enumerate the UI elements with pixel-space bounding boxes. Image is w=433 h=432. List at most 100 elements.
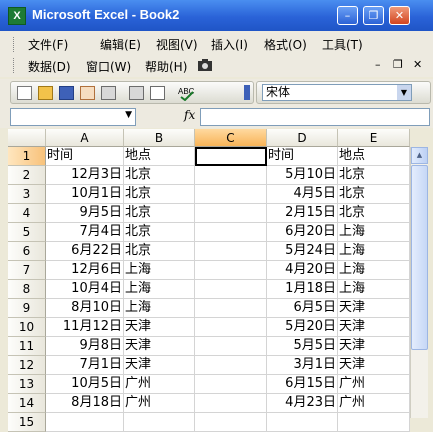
cell-a15[interactable] — [46, 413, 124, 432]
cell-c11[interactable] — [195, 337, 267, 356]
formula-input[interactable] — [200, 108, 430, 126]
cell-e7[interactable]: 上海 — [338, 261, 410, 280]
menu-insert[interactable]: 插入(I) — [211, 36, 248, 53]
new-icon[interactable] — [17, 86, 32, 100]
row-header[interactable]: 4 — [8, 204, 46, 223]
cell-c4[interactable] — [195, 204, 267, 223]
row-header[interactable]: 3 — [8, 185, 46, 204]
row-header[interactable]: 11 — [8, 337, 46, 356]
cell-d4[interactable]: 2月15日 — [267, 204, 338, 223]
cell-b13[interactable]: 广州 — [124, 375, 195, 394]
cell-b4[interactable]: 北京 — [124, 204, 195, 223]
cell-a2[interactable]: 12月3日 — [46, 166, 124, 185]
menu-window[interactable]: 窗口(W) — [86, 58, 131, 75]
cell-b5[interactable]: 北京 — [124, 223, 195, 242]
cell-d7[interactable]: 4月20日 — [267, 261, 338, 280]
select-all-corner[interactable] — [8, 129, 46, 147]
font-name-select[interactable]: 宋体 ▼ — [262, 84, 412, 101]
chevron-down-icon[interactable]: ▼ — [125, 110, 132, 120]
cell-e5[interactable]: 上海 — [338, 223, 410, 242]
cell-c15[interactable] — [195, 413, 267, 432]
row-header[interactable]: 13 — [8, 375, 46, 394]
column-header-b[interactable]: B — [124, 129, 195, 147]
vertical-scrollbar[interactable]: ▲ — [410, 147, 428, 418]
row-header[interactable]: 6 — [8, 242, 46, 261]
cell-d6[interactable]: 5月24日 — [267, 242, 338, 261]
cell-a4[interactable]: 9月5日 — [46, 204, 124, 223]
cell-d11[interactable]: 5月5日 — [267, 337, 338, 356]
column-header-c[interactable]: C — [195, 129, 267, 147]
cell-c8[interactable] — [195, 280, 267, 299]
cell-e6[interactable]: 上海 — [338, 242, 410, 261]
menu-format[interactable]: 格式(O) — [264, 36, 307, 53]
cell-a13[interactable]: 10月5日 — [46, 375, 124, 394]
cell-e12[interactable]: 天津 — [338, 356, 410, 375]
cell-e14[interactable]: 广州 — [338, 394, 410, 413]
doc-close-button[interactable]: ✕ — [413, 58, 422, 71]
menu-tools[interactable]: 工具(T) — [322, 36, 363, 53]
chevron-down-icon[interactable]: ▼ — [397, 85, 411, 100]
cell-e10[interactable]: 天津 — [338, 318, 410, 337]
menu-edit[interactable]: 编辑(E) — [100, 36, 141, 53]
cell-a1[interactable]: 时间 — [46, 147, 124, 166]
cell-b6[interactable]: 北京 — [124, 242, 195, 261]
cell-b2[interactable]: 北京 — [124, 166, 195, 185]
cell-a8[interactable]: 10月4日 — [46, 280, 124, 299]
scroll-thumb[interactable] — [411, 165, 428, 350]
menu-grip-2[interactable] — [13, 58, 17, 73]
cell-a14[interactable]: 8月18日 — [46, 394, 124, 413]
cell-c6[interactable] — [195, 242, 267, 261]
cell-c9[interactable] — [195, 299, 267, 318]
fx-icon[interactable]: fx — [184, 108, 195, 122]
print-icon-2[interactable] — [129, 86, 144, 100]
name-box[interactable]: ▼ — [10, 108, 136, 126]
toolbar-options-icon[interactable] — [244, 85, 250, 100]
cell-a9[interactable]: 8月10日 — [46, 299, 124, 318]
row-header[interactable]: 10 — [8, 318, 46, 337]
column-header-d[interactable]: D — [267, 129, 338, 147]
row-header[interactable]: 14 — [8, 394, 46, 413]
row-header[interactable]: 15 — [8, 413, 46, 432]
column-header-e[interactable]: E — [338, 129, 410, 147]
cell-c1[interactable] — [195, 147, 267, 166]
cell-e8[interactable]: 上海 — [338, 280, 410, 299]
cell-d14[interactable]: 4月23日 — [267, 394, 338, 413]
cell-d8[interactable]: 1月18日 — [267, 280, 338, 299]
close-button[interactable]: ✕ — [389, 6, 410, 25]
cell-e4[interactable]: 北京 — [338, 204, 410, 223]
cell-b8[interactable]: 上海 — [124, 280, 195, 299]
cell-d13[interactable]: 6月15日 — [267, 375, 338, 394]
cell-e9[interactable]: 天津 — [338, 299, 410, 318]
cell-c3[interactable] — [195, 185, 267, 204]
cell-c2[interactable] — [195, 166, 267, 185]
cell-a12[interactable]: 7月1日 — [46, 356, 124, 375]
cell-a6[interactable]: 6月22日 — [46, 242, 124, 261]
cell-d1[interactable]: 时间 — [267, 147, 338, 166]
cell-e3[interactable]: 北京 — [338, 185, 410, 204]
minimize-button[interactable]: – — [337, 6, 358, 25]
cell-a7[interactable]: 12月6日 — [46, 261, 124, 280]
cell-b12[interactable]: 天津 — [124, 356, 195, 375]
cell-a5[interactable]: 7月4日 — [46, 223, 124, 242]
cell-c13[interactable] — [195, 375, 267, 394]
cell-c14[interactable] — [195, 394, 267, 413]
cell-d10[interactable]: 5月20日 — [267, 318, 338, 337]
cell-c7[interactable] — [195, 261, 267, 280]
restore-button[interactable]: ❐ — [363, 6, 384, 25]
cell-b7[interactable]: 上海 — [124, 261, 195, 280]
row-header[interactable]: 9 — [8, 299, 46, 318]
cell-b14[interactable]: 广州 — [124, 394, 195, 413]
cell-b11[interactable]: 天津 — [124, 337, 195, 356]
cell-b3[interactable]: 北京 — [124, 185, 195, 204]
cell-d5[interactable]: 6月20日 — [267, 223, 338, 242]
menu-grip[interactable] — [13, 37, 17, 52]
cell-c12[interactable] — [195, 356, 267, 375]
cell-d2[interactable]: 5月10日 — [267, 166, 338, 185]
camera-icon[interactable] — [197, 58, 213, 72]
row-header[interactable]: 2 — [8, 166, 46, 185]
menu-view[interactable]: 视图(V) — [156, 36, 198, 53]
cell-b1[interactable]: 地点 — [124, 147, 195, 166]
print-preview-icon[interactable] — [150, 86, 165, 100]
row-header[interactable]: 7 — [8, 261, 46, 280]
row-header[interactable]: 1 — [8, 147, 46, 166]
